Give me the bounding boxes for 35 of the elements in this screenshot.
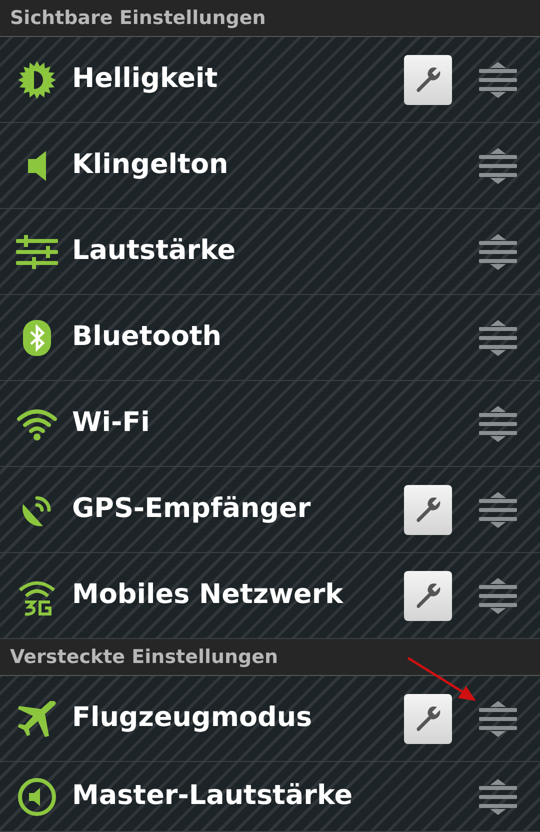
setting-label: Master-Lautstärke bbox=[72, 779, 354, 814]
settings-button[interactable] bbox=[404, 694, 452, 744]
drag-handle-icon[interactable] bbox=[478, 576, 518, 614]
setting-label: Bluetooth bbox=[72, 320, 223, 354]
section-header: Sichtbare Einstellungen bbox=[0, 0, 540, 37]
drag-handle-icon[interactable] bbox=[478, 318, 518, 356]
speaker-icon bbox=[17, 776, 57, 816]
drag-handle-icon[interactable] bbox=[478, 490, 518, 528]
setting-row[interactable]: Flugzeugmodus bbox=[0, 676, 540, 762]
drag-handle-icon[interactable] bbox=[478, 778, 518, 816]
drag-handle-icon[interactable] bbox=[478, 232, 518, 270]
sun-icon bbox=[17, 60, 57, 100]
setting-label: Mobiles Netzwerk bbox=[72, 578, 344, 612]
setting-row[interactable]: Helligkeit bbox=[0, 37, 540, 123]
drag-handle-icon[interactable] bbox=[478, 404, 518, 442]
section-header: Versteckte Einstellungen bbox=[0, 639, 540, 676]
drag-handle-icon[interactable] bbox=[478, 700, 518, 738]
setting-row[interactable]: GPS-Empfänger bbox=[0, 467, 540, 553]
setting-row[interactable]: Master-Lautstärke bbox=[0, 762, 540, 832]
setting-label: Helligkeit bbox=[72, 62, 219, 96]
setting-label: Wi-Fi bbox=[72, 406, 151, 440]
settings-button[interactable] bbox=[404, 484, 452, 534]
setting-label: Lautstärke bbox=[72, 234, 237, 268]
setting-row[interactable]: Klingelton bbox=[0, 123, 540, 209]
setting-label: GPS-Empfänger bbox=[72, 492, 312, 526]
settings-button[interactable] bbox=[404, 54, 452, 104]
settings-button[interactable] bbox=[404, 570, 452, 620]
speaker-icon bbox=[27, 150, 47, 182]
setting-row[interactable]: Lautstärke bbox=[0, 209, 540, 295]
setting-label: Klingelton bbox=[72, 148, 230, 182]
setting-row[interactable]: Wi-Fi bbox=[0, 381, 540, 467]
setting-label: Flugzeugmodus bbox=[72, 701, 314, 736]
drag-handle-icon[interactable] bbox=[478, 146, 518, 184]
drag-handle-icon[interactable] bbox=[478, 60, 518, 98]
setting-row[interactable]: Bluetooth bbox=[0, 295, 540, 381]
